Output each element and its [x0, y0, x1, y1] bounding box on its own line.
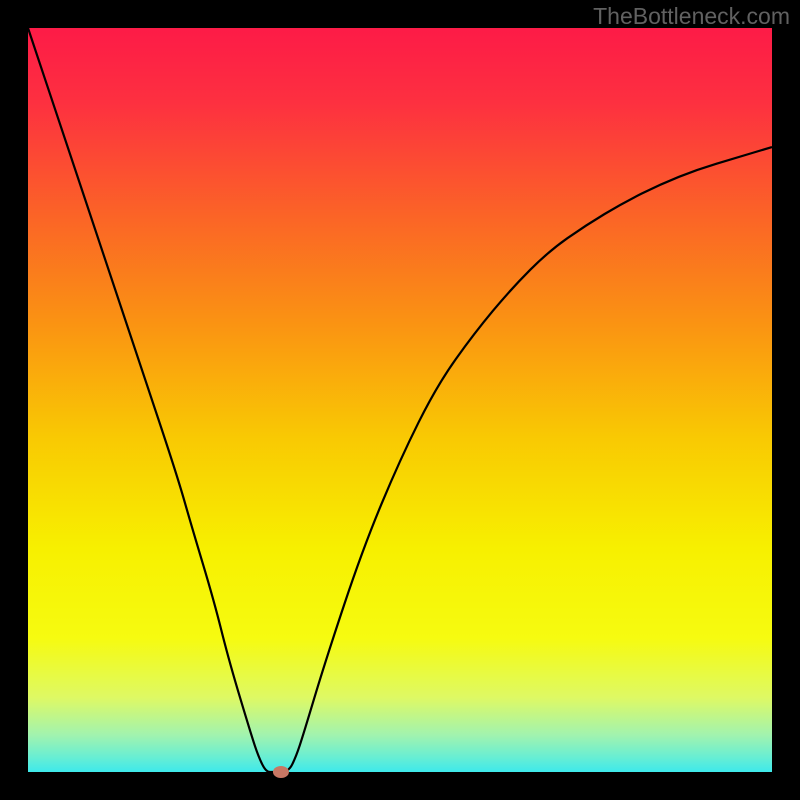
- watermark-text: TheBottleneck.com: [593, 3, 790, 30]
- plot-background: [28, 28, 772, 772]
- optimal-point-marker: [273, 766, 289, 778]
- chart-container: TheBottleneck.com: [0, 0, 800, 800]
- bottleneck-chart: [0, 0, 800, 800]
